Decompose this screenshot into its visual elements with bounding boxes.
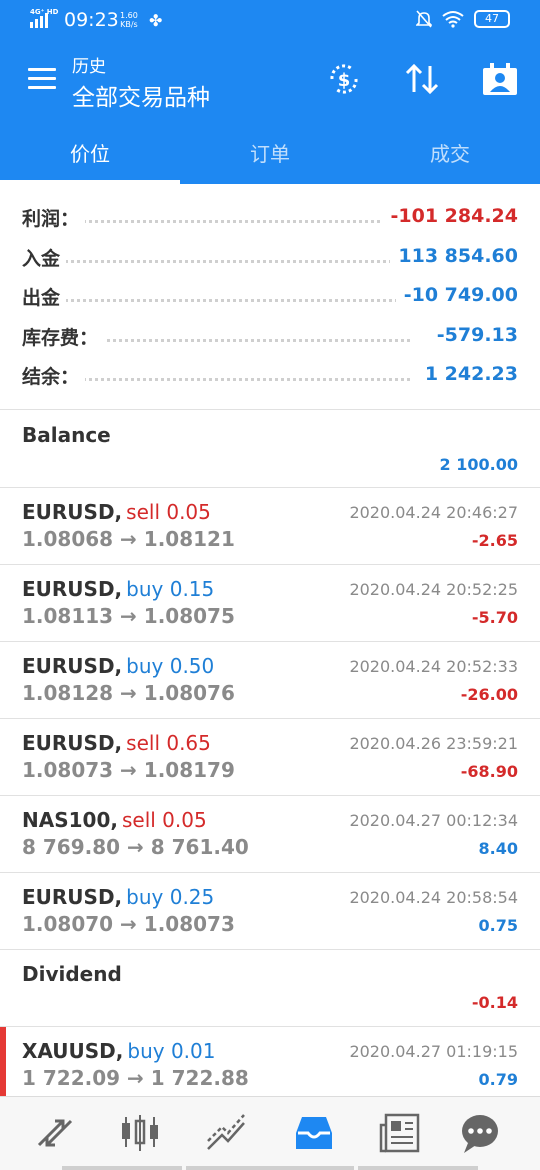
deal-profit: -5.70 — [471, 608, 518, 627]
summary-value: -10 749.00 — [395, 284, 518, 306]
sort-icon[interactable] — [402, 62, 442, 96]
summary-row-deposit: 入金 113 854.60 — [0, 238, 540, 278]
tab-orders[interactable]: 订单 — [180, 132, 360, 184]
deal-profit: -68.90 — [460, 762, 518, 781]
deal-side: sell 0.05 — [126, 500, 211, 524]
deal-symbol: EURUSD, — [22, 885, 123, 909]
deal-time: 2020.04.26 23:59:21 — [349, 734, 518, 753]
summary-value: -579.13 — [428, 323, 518, 346]
system-nav-bar — [186, 1166, 354, 1170]
deal-time: 2020.04.24 20:52:25 — [349, 580, 518, 599]
dividend-entry[interactable]: Dividend -0.14 — [0, 950, 540, 1026]
deal-side: buy 0.50 — [126, 654, 215, 678]
balance-entry[interactable]: Balance 2 100.00 — [0, 410, 540, 487]
deal-prices: 8 769.80 → 8 761.40 — [22, 835, 249, 859]
network-speed: 1.60 KB/s — [120, 11, 138, 29]
deal-profit: 0.79 — [478, 1070, 518, 1089]
summary-value: 113 854.60 — [390, 244, 518, 267]
deal-row[interactable]: EURUSD, sell 0.05 1.08068 → 1.08121 2020.… — [0, 488, 540, 565]
summary-row-withdrawal: 出金 -10 749.00 — [0, 277, 540, 317]
deal-side: buy 0.25 — [126, 885, 215, 909]
deal-side: sell 0.05 — [121, 808, 207, 832]
deal-symbol: EURUSD, — [22, 731, 123, 755]
chart-icon[interactable] — [118, 1111, 162, 1155]
deal-time: 2020.04.24 20:58:54 — [349, 888, 518, 907]
deal-prices: 1.08068 → 1.08121 — [22, 527, 235, 551]
currency-exchange-icon[interactable]: $ — [324, 62, 364, 96]
deal-profit: 0.75 — [478, 916, 518, 935]
trade-icon[interactable] — [204, 1111, 248, 1155]
battery-icon: 47 — [474, 10, 510, 28]
deal-time: 2020.04.27 01:19:15 — [349, 1042, 518, 1061]
summary-row-swap: 库存费： -579.13 — [0, 317, 540, 357]
tab-deals[interactable]: 成交 — [360, 132, 540, 184]
mute-icon — [416, 10, 432, 28]
deal-row-selected[interactable]: XAUUSD, buy 0.01 1 722.09 → 1 722.88 2020… — [0, 1027, 540, 1104]
dividend-title: Dividend — [22, 962, 122, 986]
deal-side: buy 0.01 — [127, 1039, 216, 1063]
summary-label: 结余： — [22, 362, 86, 389]
deal-row[interactable]: NAS100, sell 0.05 8 769.80 → 8 761.40 202… — [0, 796, 540, 873]
clock: 09:23 — [64, 9, 119, 31]
deal-profit: -26.00 — [460, 685, 518, 704]
summary-label: 库存费： — [22, 322, 105, 350]
history-icon[interactable] — [292, 1111, 336, 1155]
contact-icon[interactable] — [480, 62, 520, 96]
deal-time: 2020.04.24 20:46:27 — [349, 503, 518, 522]
deal-prices: 1.08128 → 1.08076 — [22, 681, 235, 705]
wifi-icon — [442, 11, 464, 28]
selection-marker — [0, 1027, 6, 1097]
header-subtitle: 历史 — [72, 57, 106, 77]
deal-profit: 8.40 — [478, 839, 518, 858]
summary-panel: 利润： -101 284.24 入金 113 854.60 出金 -10 749… — [0, 198, 540, 396]
deal-row[interactable]: EURUSD, buy 0.15 1.08113 → 1.08075 2020.0… — [0, 565, 540, 642]
summary-value: -101 284.24 — [382, 205, 518, 227]
deal-side: sell 0.65 — [126, 731, 211, 755]
deal-side: buy 0.15 — [126, 577, 215, 601]
signal-icon — [30, 13, 48, 28]
menu-icon[interactable] — [28, 68, 56, 90]
summary-label: 入金 — [22, 243, 67, 271]
deal-time: 2020.04.24 20:52:33 — [349, 657, 518, 676]
deal-profit: -2.65 — [471, 531, 518, 550]
deal-symbol: EURUSD, — [22, 500, 123, 524]
summary-value: 1 242.23 — [416, 363, 518, 385]
header-title[interactable]: 全部交易品种 — [72, 78, 210, 112]
deal-prices: 1.08073 → 1.08179 — [22, 758, 235, 782]
news-icon[interactable] — [378, 1111, 422, 1155]
tab-positions[interactable]: 价位 — [0, 132, 180, 184]
summary-label: 利润： — [22, 204, 86, 231]
fan-icon: ✤ — [149, 11, 163, 30]
summary-row-balance: 结余： 1 242.23 — [0, 356, 540, 396]
deal-row[interactable]: EURUSD, buy 0.25 1.08070 → 1.08073 2020.0… — [0, 873, 540, 950]
deal-row[interactable]: EURUSD, buy 0.50 1.08128 → 1.08076 2020.0… — [0, 642, 540, 719]
app-header: 历史 全部交易品种 $ 价位 订单 成交 — [0, 40, 540, 184]
history-tabs: 价位 订单 成交 — [0, 132, 540, 184]
quotes-icon[interactable] — [33, 1111, 77, 1155]
deal-symbol: XAUUSD, — [22, 1039, 124, 1063]
balance-value: 2 100.00 — [439, 455, 518, 474]
deal-symbol: EURUSD, — [22, 577, 123, 601]
chat-icon[interactable] — [458, 1111, 502, 1155]
deal-symbol: EURUSD, — [22, 654, 123, 678]
svg-text:$: $ — [338, 70, 351, 91]
deal-time: 2020.04.27 00:12:34 — [349, 811, 518, 830]
deal-row[interactable]: EURUSD, sell 0.65 1.08073 → 1.08179 2020.… — [0, 719, 540, 796]
balance-title: Balance — [22, 423, 111, 447]
deal-prices: 1.08113 → 1.08075 — [22, 604, 235, 628]
deal-symbol: NAS100, — [22, 808, 118, 832]
system-nav-bar — [62, 1166, 182, 1170]
system-nav-bar — [358, 1166, 478, 1170]
deal-prices: 1 722.09 → 1 722.88 — [22, 1066, 249, 1090]
summary-label: 出金 — [22, 283, 67, 310]
summary-row-profit: 利润： -101 284.24 — [0, 198, 540, 238]
bottom-navigation — [0, 1096, 540, 1170]
deal-prices: 1.08070 → 1.08073 — [22, 912, 235, 936]
dividend-value: -0.14 — [471, 993, 518, 1012]
status-bar: 4G⁺ HD 09:23 1.60 KB/s ✤ 47 — [0, 0, 540, 40]
